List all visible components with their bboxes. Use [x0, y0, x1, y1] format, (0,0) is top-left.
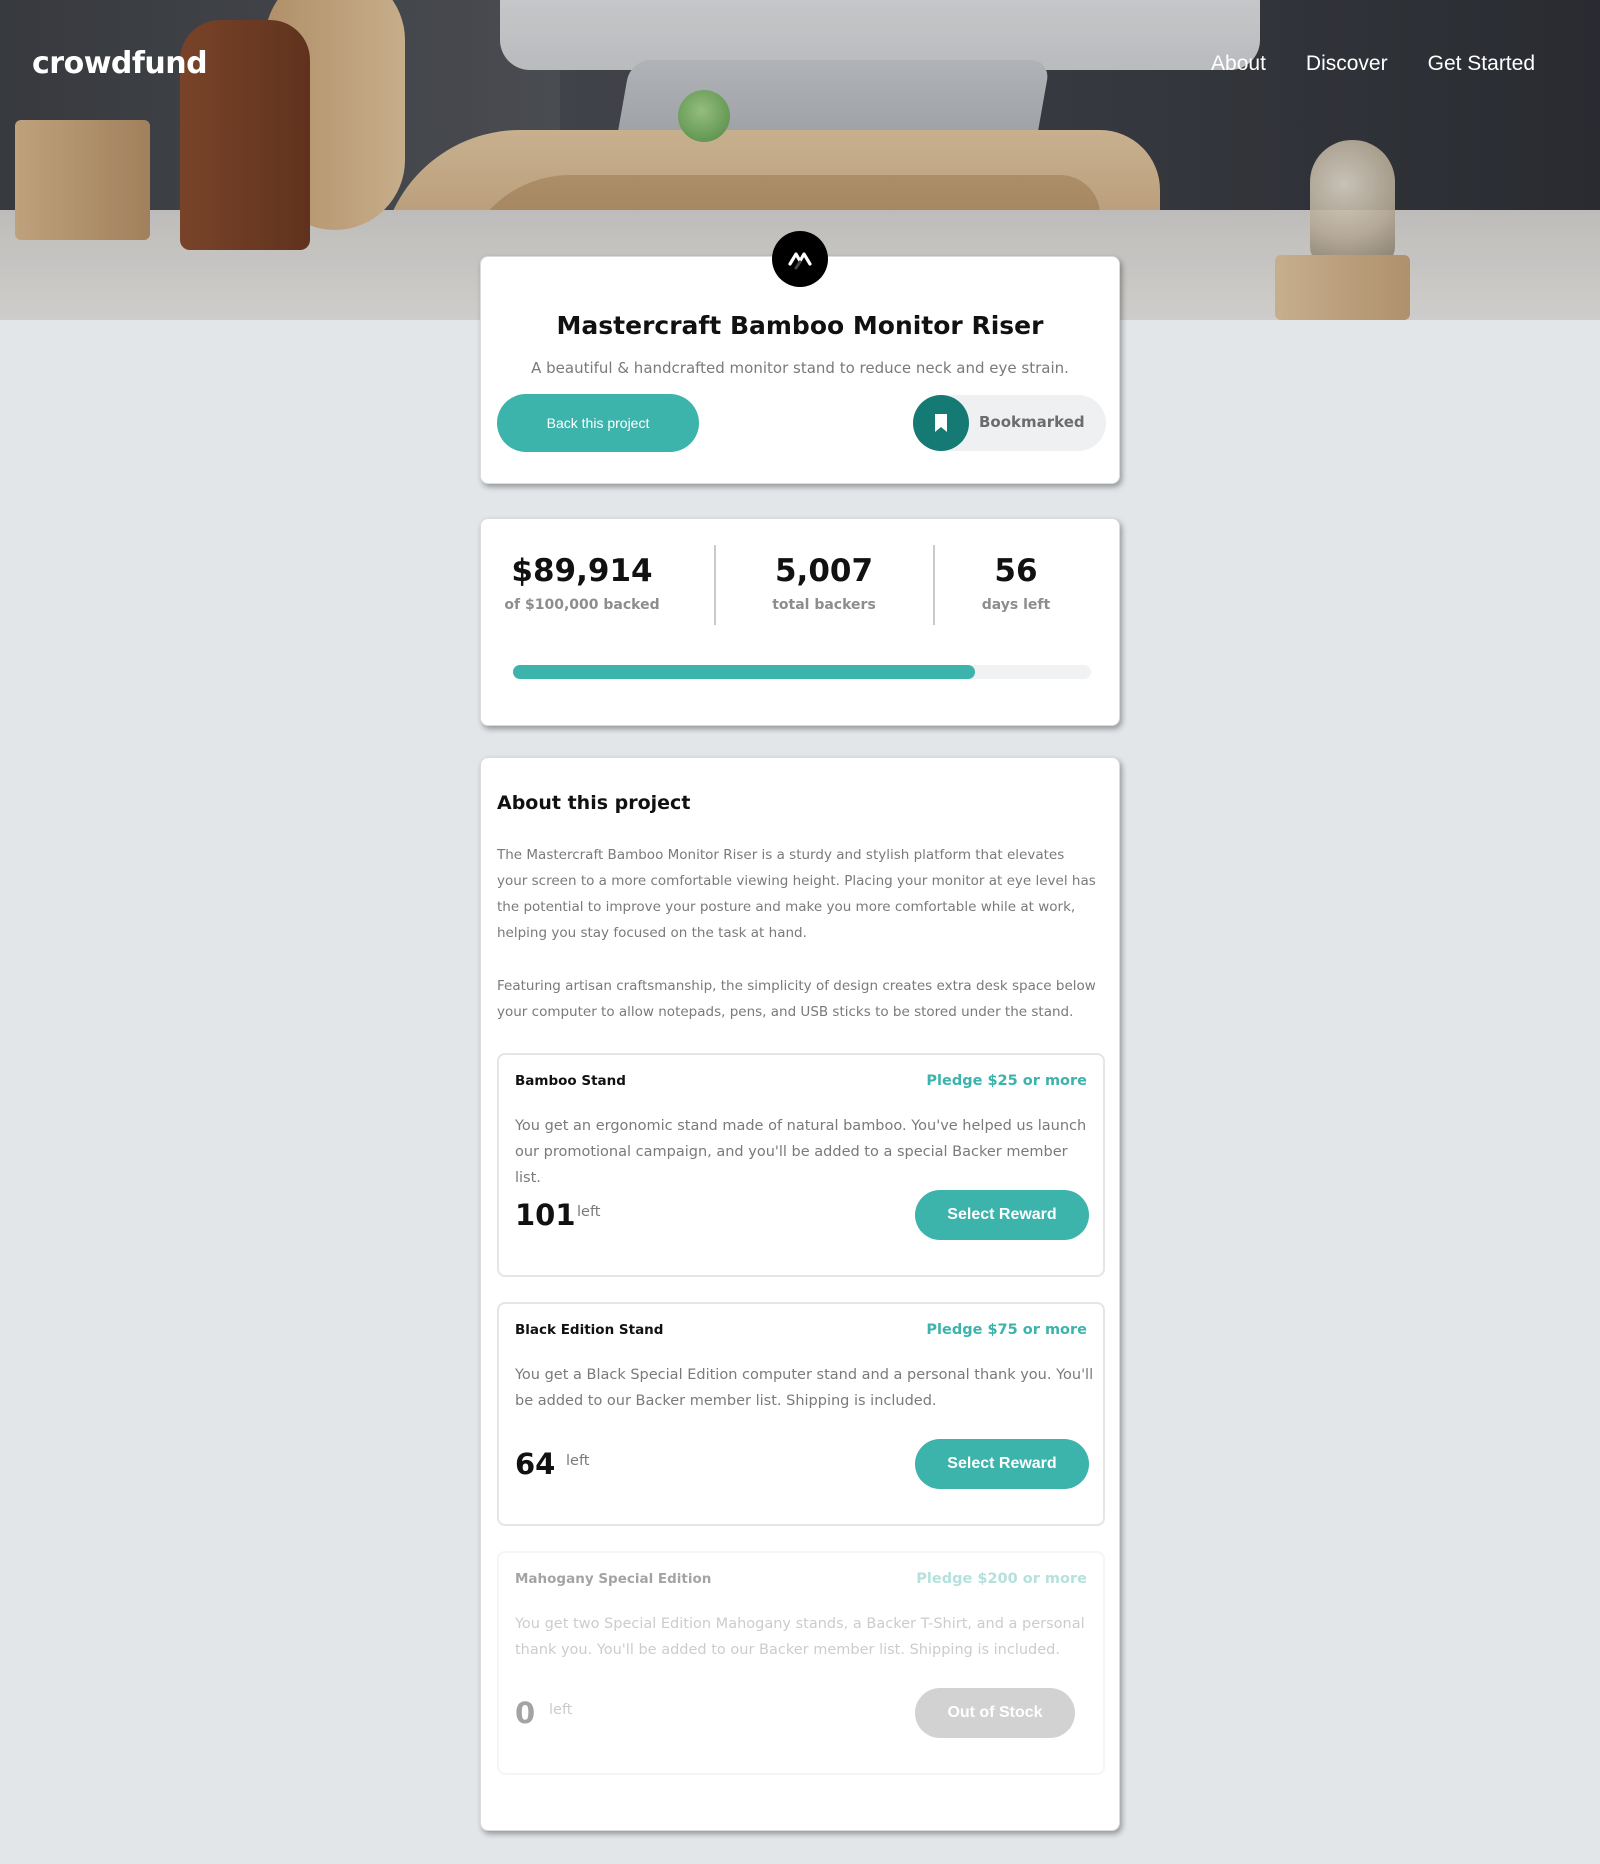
nav-get-started[interactable]: Get Started	[1428, 52, 1535, 76]
backed-amount: $89,914	[511, 553, 653, 589]
progress-bar	[513, 665, 1091, 679]
reward-pledge: Pledge $75 or more	[926, 1322, 1087, 1338]
reward-description: You get an ergonomic stand made of natur…	[515, 1118, 1087, 1186]
out-of-stock-button: Out of Stock	[915, 1688, 1075, 1738]
reward-name: Bamboo Stand	[515, 1073, 626, 1089]
progress-fill	[513, 665, 976, 679]
select-reward-button[interactable]: Select Reward	[915, 1190, 1089, 1240]
about-card: About this project The Mastercraft Bambo…	[480, 757, 1120, 1831]
bookmark-icon	[913, 395, 969, 451]
bookmark-label: Bookmarked	[979, 413, 1085, 431]
reward-name: Mahogany Special Edition	[515, 1571, 712, 1587]
project-header-card: Mastercraft Bamboo Monitor Riser A beaut…	[480, 256, 1120, 484]
nav-discover[interactable]: Discover	[1306, 52, 1388, 76]
reward-pledge: Pledge $200 or more	[916, 1571, 1087, 1587]
stat-backers: 5,007 total backers	[724, 553, 924, 613]
reward-description: You get a Black Special Edition computer…	[515, 1367, 1094, 1409]
reward-count: 64	[515, 1447, 556, 1481]
reward-mahogany-edition: Mahogany Special Edition Pledge $200 or …	[497, 1551, 1105, 1775]
brand-logo[interactable]: crowdfund	[32, 46, 208, 81]
back-project-button[interactable]: Back this project	[497, 394, 699, 452]
mastercraft-logo-icon	[772, 231, 828, 287]
stats-card: $89,914 of $100,000 backed 5,007 total b…	[480, 518, 1120, 726]
bookmark-button[interactable]: Bookmarked	[913, 395, 1106, 451]
stat-divider	[714, 545, 716, 625]
reward-count: 0	[515, 1696, 536, 1730]
reward-count: 101	[515, 1198, 576, 1232]
reward-description: You get two Special Edition Mahogany sta…	[515, 1616, 1085, 1658]
nav-about[interactable]: About	[1211, 52, 1266, 76]
about-title: About this project	[497, 792, 691, 814]
reward-left-label: left	[577, 1204, 601, 1220]
about-paragraph: The Mastercraft Bamboo Monitor Riser is …	[497, 847, 1096, 941]
reward-pledge: Pledge $25 or more	[926, 1073, 1087, 1089]
main-nav: About Discover Get Started	[1211, 52, 1535, 76]
project-subtitle: A beautiful & handcrafted monitor stand …	[531, 359, 1069, 377]
backers-label: total backers	[772, 597, 876, 613]
reward-black-edition: Black Edition Stand Pledge $75 or more Y…	[497, 1302, 1105, 1526]
project-title: Mastercraft Bamboo Monitor Riser	[556, 311, 1044, 340]
days-label: days left	[981, 597, 1051, 613]
stat-backed: $89,914 of $100,000 backed	[497, 553, 667, 613]
stat-days: 56 days left	[931, 553, 1101, 613]
reward-name: Black Edition Stand	[515, 1322, 664, 1338]
backers-count: 5,007	[774, 553, 874, 589]
reward-left-label: left	[566, 1453, 590, 1469]
about-paragraph: Featuring artisan craftsmanship, the sim…	[497, 978, 1096, 1020]
backed-label: of $100,000 backed	[504, 597, 660, 613]
select-reward-button[interactable]: Select Reward	[915, 1439, 1089, 1489]
reward-left-label: left	[549, 1702, 573, 1718]
days-count: 56	[994, 553, 1038, 589]
reward-bamboo-stand: Bamboo Stand Pledge $25 or more You get …	[497, 1053, 1105, 1277]
